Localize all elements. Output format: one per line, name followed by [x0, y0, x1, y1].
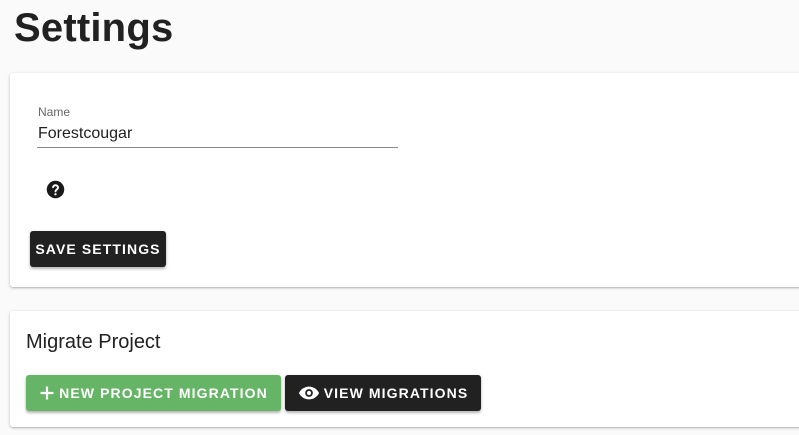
help-circle-icon[interactable] [45, 179, 66, 200]
eye-icon [298, 385, 320, 401]
view-migrations-label: VIEW MIGRATIONS [323, 385, 469, 401]
migrate-project-card: Migrate Project NEW PROJECT MIGRATION VI… [10, 311, 799, 427]
new-project-migration-button[interactable]: NEW PROJECT MIGRATION [26, 375, 281, 411]
view-migrations-button[interactable]: VIEW MIGRATIONS [285, 375, 481, 411]
migrate-project-title: Migrate Project [26, 331, 161, 353]
new-project-migration-label: NEW PROJECT MIGRATION [59, 385, 268, 401]
save-settings-label: SAVE SETTINGS [35, 241, 161, 257]
name-input[interactable] [37, 121, 398, 148]
plus-icon [39, 385, 55, 401]
page-title: Settings [14, 6, 174, 50]
name-field-label: Name [38, 105, 71, 119]
save-settings-button[interactable]: SAVE SETTINGS [30, 231, 166, 267]
settings-card: Name SAVE SETTINGS [10, 73, 799, 287]
